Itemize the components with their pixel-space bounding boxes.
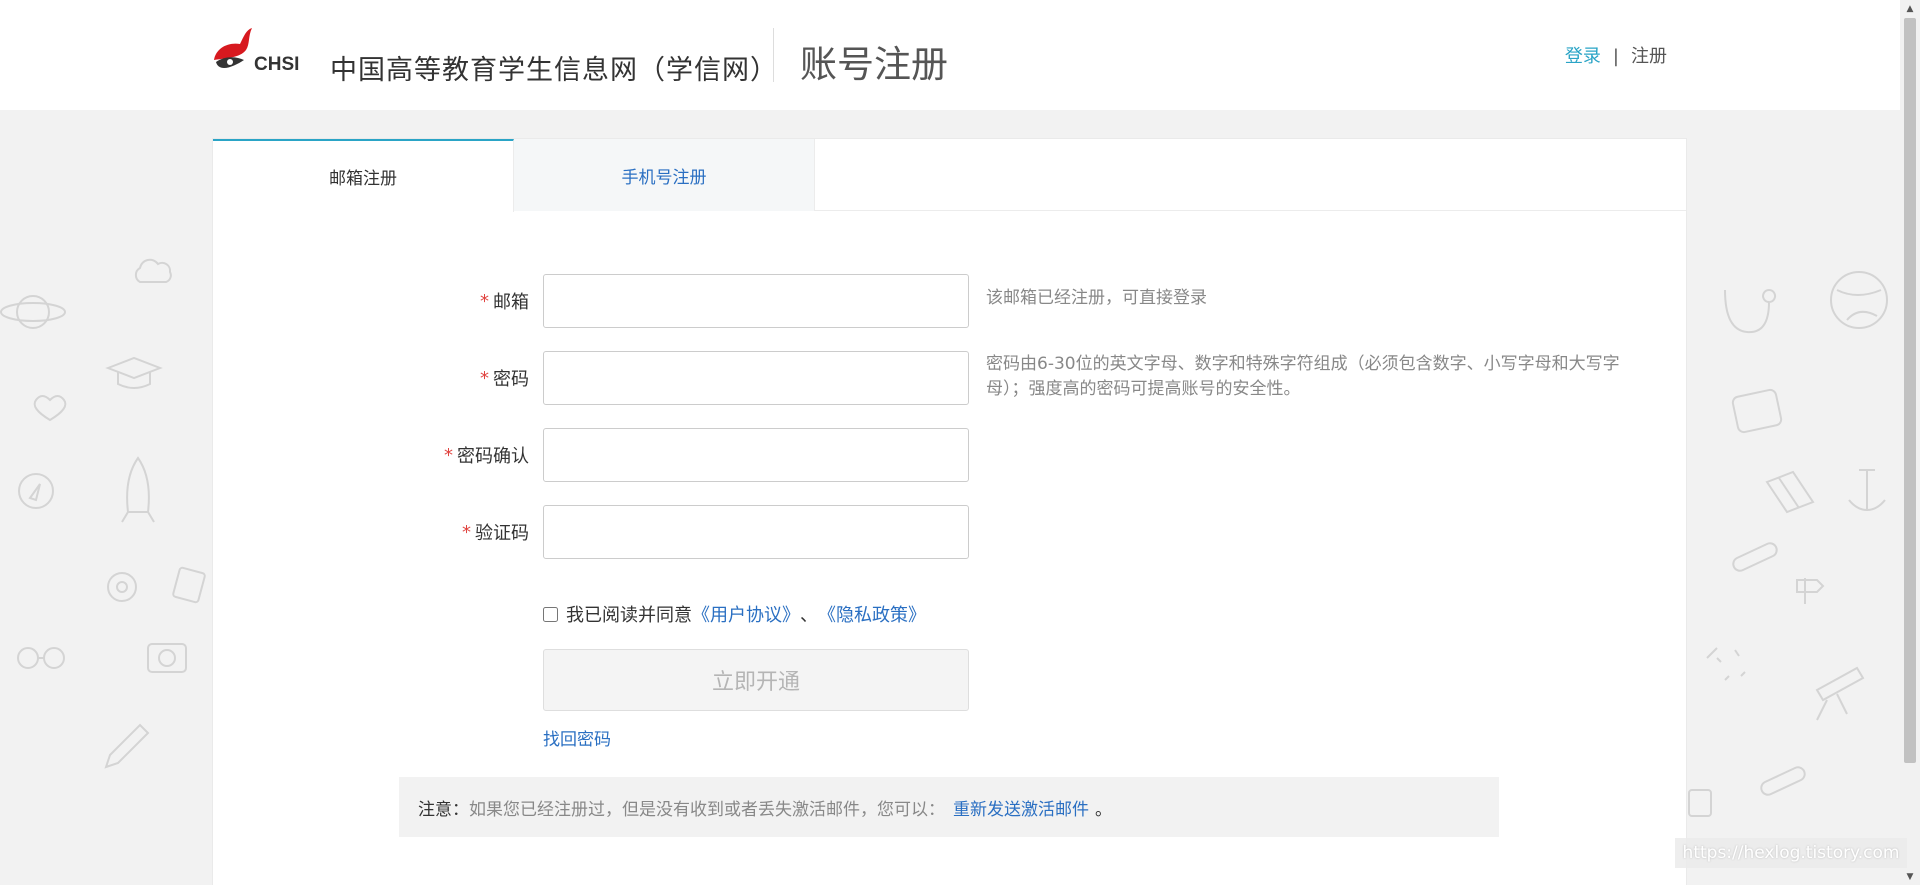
- forgot-password-link[interactable]: 找回密码: [543, 725, 611, 750]
- bus-icon: [1731, 388, 1783, 434]
- book-icon: [1765, 470, 1815, 514]
- cloud-icon: [134, 258, 172, 283]
- register-link[interactable]: 注册: [1631, 46, 1667, 67]
- register-card: 邮箱注册 手机号注册 * 邮箱 该邮箱已经注册，可直接登录 * 密码 密码由6-30…: [212, 138, 1687, 885]
- tab-email-register[interactable]: 邮箱注册: [213, 139, 514, 212]
- captcha-row: * 验证码: [213, 505, 1686, 559]
- password-input[interactable]: [543, 351, 969, 405]
- agree-checkbox[interactable]: [543, 606, 558, 622]
- site-name: 中国高等教育学生信息网（学信网）: [330, 55, 778, 86]
- email-label: * 邮箱: [480, 274, 529, 328]
- email-label-text: 邮箱: [493, 292, 529, 313]
- notice-box: 注意： 如果您已经注册过，但是没有收到或者丢失激活邮件，您可以： 重新发送激活邮…: [399, 777, 1499, 837]
- password-confirm-input[interactable]: [543, 428, 969, 482]
- watermark: https://hexlog.tistory.com: [1675, 838, 1907, 868]
- background-doodles-left: [0, 110, 210, 885]
- link-separator: |: [1612, 46, 1619, 67]
- resend-activation-link[interactable]: 重新发送激活邮件: [953, 795, 1089, 820]
- stars-icon: [1706, 647, 1746, 681]
- agree-separator: 、: [800, 605, 818, 626]
- anchor-icon: [1848, 469, 1886, 512]
- eagle-logo-icon: CHSI: [214, 28, 299, 75]
- camera-icon: [147, 643, 187, 673]
- user-agreement-link[interactable]: 《用户协议》: [692, 601, 800, 627]
- notebook-icon: [172, 566, 206, 604]
- top-links: 登录 | 注册: [1565, 42, 1667, 68]
- scroll-up-arrow-icon[interactable]: ▲: [1900, 0, 1920, 17]
- privacy-policy-link[interactable]: 《隐私政策》: [818, 601, 926, 627]
- notice-end: 。: [1095, 799, 1112, 820]
- planet-icon: [16, 295, 50, 329]
- background-doodles-right: [1687, 110, 1900, 885]
- activate-button[interactable]: 立即开通: [543, 649, 969, 711]
- globe-icon: [1830, 271, 1888, 329]
- signpost-icon: [1796, 578, 1825, 604]
- scroll-thumb[interactable]: [1904, 18, 1916, 763]
- password-hint-line-2: 母）；强度高的密码可提高账号的安全性。: [986, 379, 1301, 399]
- tab-bar: 邮箱注册 手机号注册: [213, 139, 1686, 212]
- graduation-cap-icon: [105, 356, 163, 389]
- password-confirm-label-text: 密码确认: [457, 446, 529, 467]
- captcha-input[interactable]: [543, 505, 969, 559]
- required-mark: *: [480, 367, 489, 389]
- captcha-label: * 验证码: [462, 505, 529, 559]
- login-link[interactable]: 登录: [1565, 46, 1601, 67]
- glasses-icon: [17, 647, 39, 669]
- card-icon: [1688, 789, 1712, 817]
- site-header: CHSI 中国高等教育学生信息网（学信网） 账号注册 登录 | 注册: [0, 0, 1900, 110]
- telescope-icon: [1815, 666, 1865, 721]
- email-input[interactable]: [543, 274, 969, 328]
- required-mark: *: [480, 290, 489, 312]
- heart-icon: [33, 395, 67, 422]
- rocket-icon: [121, 456, 155, 523]
- password-label-text: 密码: [493, 369, 529, 390]
- email-hint: 该邮箱已经注册，可直接登录: [986, 288, 1207, 308]
- password-hint: 密码由6-30位的英文字母、数字和特殊字符组成（必须包含数字、小写字母和大写字 …: [986, 352, 1646, 402]
- password-label: * 密码: [480, 351, 529, 405]
- required-mark: *: [462, 521, 471, 543]
- password-hint-line-1: 密码由6-30位的英文字母、数字和特殊字符组成（必须包含数字、小写字母和大写字: [986, 354, 1620, 374]
- agree-text: 我已阅读并同意: [566, 605, 692, 626]
- captcha-label-text: 验证码: [475, 523, 529, 544]
- scroll-down-arrow-icon[interactable]: ▼: [1900, 868, 1920, 885]
- chsi-logo[interactable]: CHSI: [210, 26, 310, 86]
- notice-text: 如果您已经注册过，但是没有收到或者丢失激活邮件，您可以：: [469, 799, 945, 820]
- notice-label: 注意：: [418, 799, 469, 820]
- email-row: * 邮箱 该邮箱已经注册，可直接登录: [213, 274, 1686, 328]
- header-divider: [773, 28, 774, 82]
- password-confirm-label: * 密码确认: [444, 428, 529, 482]
- pencil-icon: [104, 723, 150, 769]
- password-confirm-row: * 密码确认: [213, 428, 1686, 482]
- vertical-scrollbar[interactable]: ▲ ▼: [1900, 0, 1920, 885]
- password-row: * 密码 密码由6-30位的英文字母、数字和特殊字符组成（必须包含数字、小写字母和…: [213, 351, 1686, 405]
- required-mark: *: [444, 444, 453, 466]
- paperclip-icon-2: [1760, 766, 1806, 796]
- paperclip-icon: [1732, 542, 1778, 572]
- page-title: 账号注册: [800, 43, 948, 86]
- svg-text:CHSI: CHSI: [254, 54, 299, 75]
- stethoscope-icon: [1724, 289, 1777, 334]
- agreement-row: 我已阅读并同意 《用户协议》、《隐私政策》: [543, 599, 926, 629]
- tab-phone-register[interactable]: 手机号注册: [514, 139, 815, 211]
- gear-icon: [107, 572, 137, 602]
